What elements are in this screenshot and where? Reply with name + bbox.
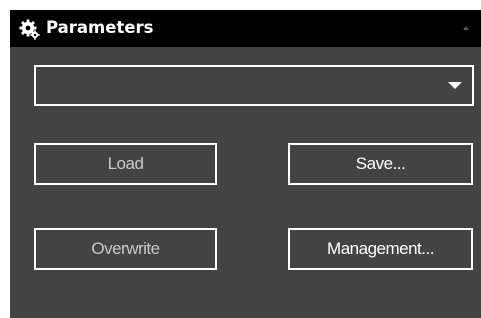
chevron-down-icon[interactable] — [448, 82, 462, 89]
chevron-up-icon[interactable] — [463, 26, 469, 30]
parameter-set-dropdown[interactable] — [34, 65, 474, 106]
management-button[interactable]: Management... — [288, 228, 473, 270]
parameters-panel: Parameters Load Save... Overwrite Manage… — [10, 10, 481, 318]
overwrite-button[interactable]: Overwrite — [34, 228, 217, 270]
save-button[interactable]: Save... — [288, 143, 473, 185]
panel-titlebar[interactable]: Parameters — [10, 10, 481, 47]
panel-title: Parameters — [46, 18, 154, 37]
gears-icon — [19, 19, 40, 40]
load-button[interactable]: Load — [34, 143, 217, 185]
